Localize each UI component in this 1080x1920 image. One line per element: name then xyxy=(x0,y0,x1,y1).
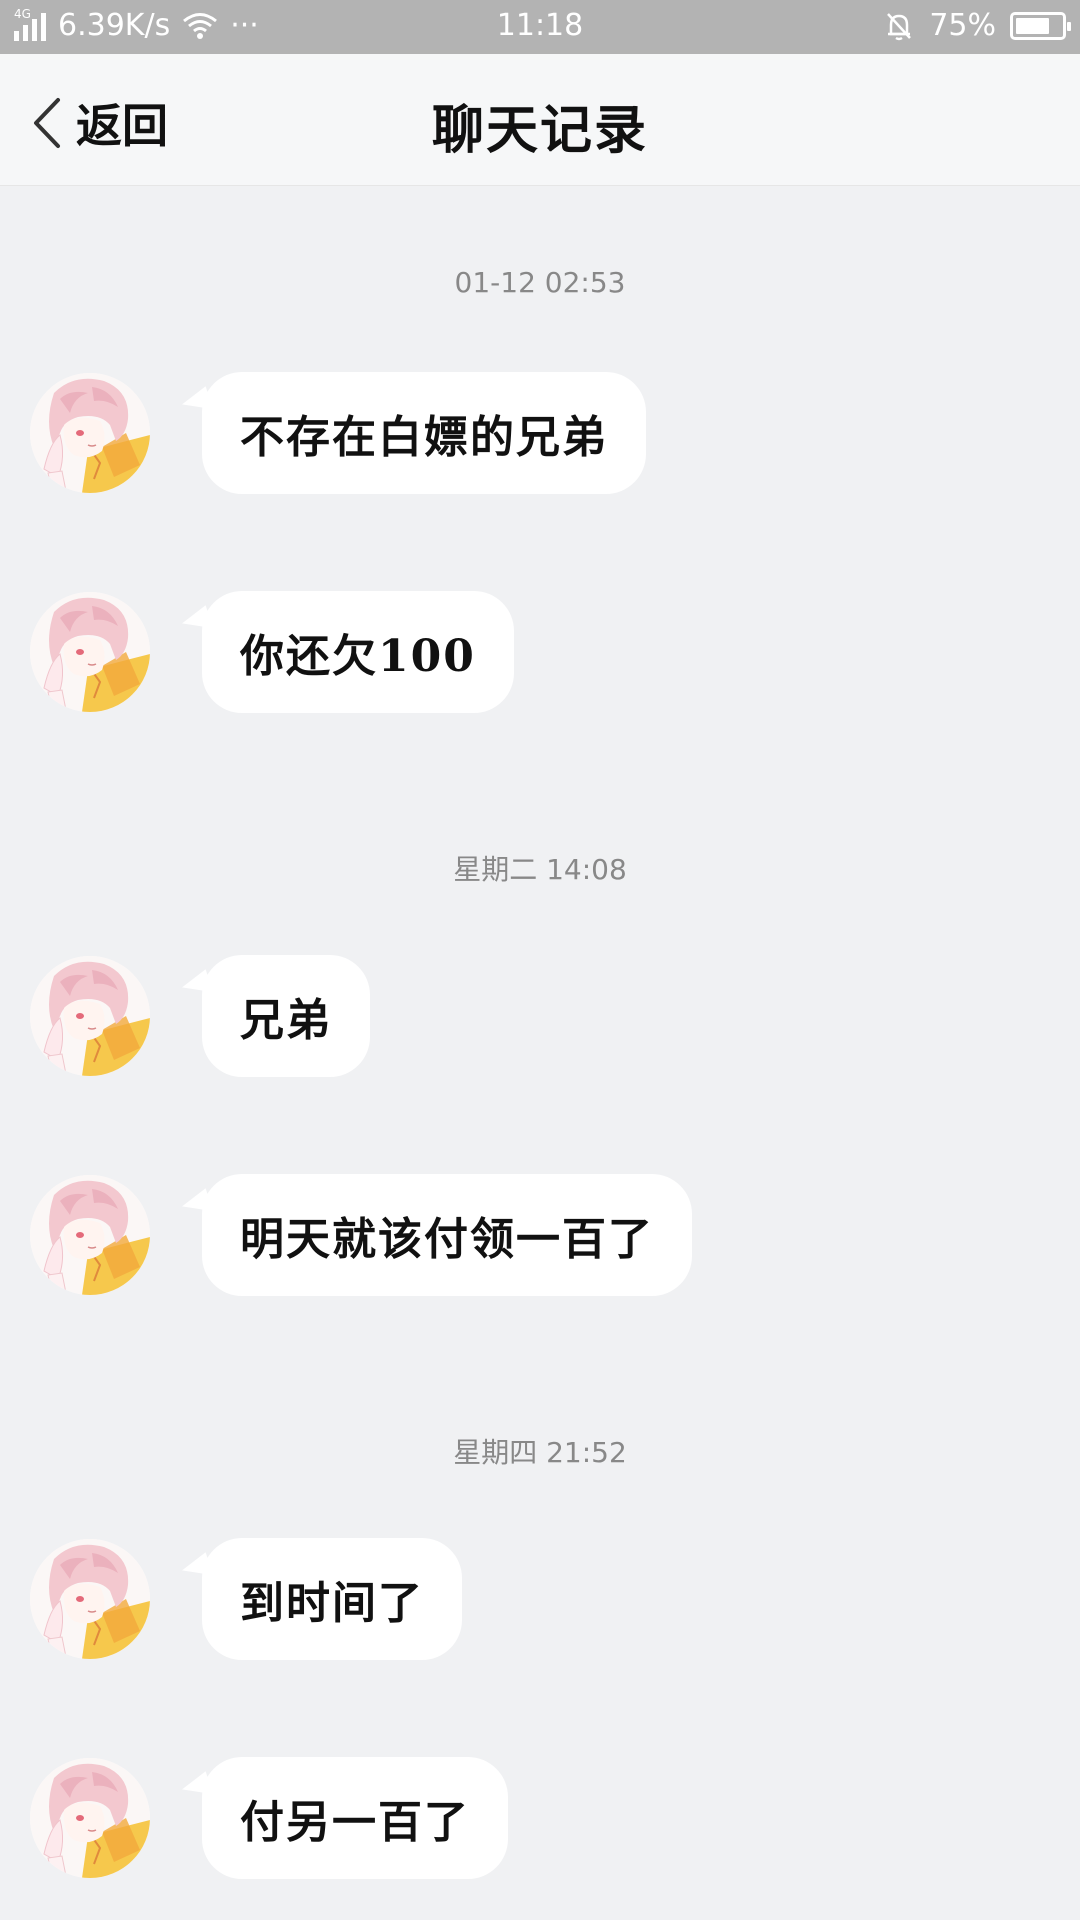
status-bar: 4G 6.39K/s ··· 11:18 75% xyxy=(0,0,1080,54)
avatar-illustration xyxy=(30,1175,150,1295)
message-bubble[interactable]: 兄弟 xyxy=(202,955,370,1077)
avatar[interactable] xyxy=(30,1758,150,1878)
message-bubble[interactable]: 明天就该付领一百了 xyxy=(202,1174,692,1296)
timestamp: 星期二 14:08 xyxy=(453,853,627,886)
avatar[interactable] xyxy=(30,373,150,493)
message-bubble[interactable]: 不存在白嫖的兄弟 xyxy=(202,372,646,494)
timestamp: 01-12 02:53 xyxy=(454,266,626,299)
avatar[interactable] xyxy=(30,956,150,1076)
message-bubble[interactable]: 你还欠100 xyxy=(202,591,514,713)
message-row: 明天就该付领一百了 xyxy=(30,1174,692,1296)
status-right: 75% xyxy=(883,8,1071,43)
message-row: 不存在白嫖的兄弟 xyxy=(30,372,646,494)
page-title: 聊天记录 xyxy=(431,100,648,161)
battery-percent: 75% xyxy=(929,8,996,43)
avatar-illustration xyxy=(30,956,150,1076)
avatar[interactable] xyxy=(30,592,150,712)
avatar-illustration xyxy=(30,1758,150,1878)
message-row: 付另一百了 xyxy=(30,1757,508,1879)
battery-fill xyxy=(1016,17,1049,34)
notification-off-icon xyxy=(887,12,912,40)
avatar-illustration xyxy=(30,592,150,712)
timestamp: 星期四 21:52 xyxy=(453,1436,627,1469)
message-row: 兄弟 xyxy=(30,955,370,1077)
avatar[interactable] xyxy=(30,1539,150,1659)
nav-bar: 返回 聊天记录 xyxy=(0,54,1080,186)
battery-icon xyxy=(1010,11,1071,40)
message-bubble[interactable]: 到时间了 xyxy=(202,1538,462,1660)
avatar-illustration xyxy=(30,1539,150,1659)
avatar-illustration xyxy=(30,373,150,493)
message-row: 你还欠100 xyxy=(30,591,514,713)
avatar[interactable] xyxy=(30,1175,150,1295)
message-row: 到时间了 xyxy=(30,1538,462,1660)
message-bubble[interactable]: 付另一百了 xyxy=(202,1757,508,1879)
